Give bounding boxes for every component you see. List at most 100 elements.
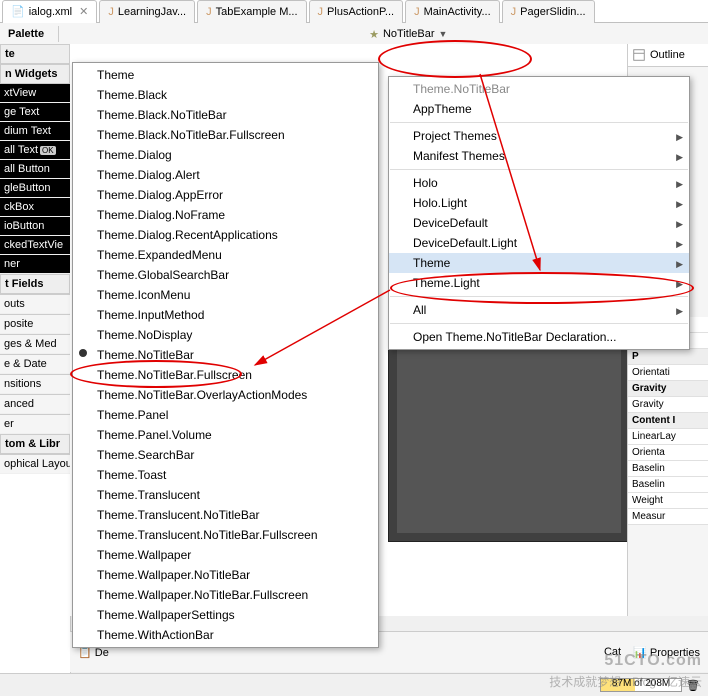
property-row[interactable]: Weight	[628, 493, 708, 509]
palette-item[interactable]: all TextOK	[0, 141, 70, 160]
property-row[interactable]: Orienta	[628, 445, 708, 461]
palette-item[interactable]: e & Date	[0, 354, 70, 374]
palette-item[interactable]: gleButton	[0, 179, 70, 198]
tab-pagerslidin[interactable]: JPagerSlidin...	[502, 0, 595, 23]
theme-option[interactable]: Theme.NoTitleBar.OverlayActionModes	[73, 385, 378, 405]
tab-tabexample[interactable]: JTabExample M...	[197, 0, 306, 23]
palette-item[interactable]: ioButton	[0, 217, 70, 236]
theme-option[interactable]: Theme	[73, 65, 378, 85]
theme-option[interactable]: Theme.Black.NoTitleBar	[73, 105, 378, 125]
menu-item[interactable]: Project Themes▶	[389, 126, 689, 146]
java-icon: J	[108, 6, 114, 18]
theme-option[interactable]: Theme.WithActionBar	[73, 625, 378, 645]
theme-option[interactable]: Theme.Dialog.AppError	[73, 185, 378, 205]
theme-option[interactable]: Theme.Dialog	[73, 145, 378, 165]
java-icon: J	[414, 6, 420, 18]
submenu-arrow-icon: ▶	[676, 259, 683, 270]
property-row[interactable]: Gravity	[628, 381, 708, 397]
palette-item[interactable]: dium Text	[0, 122, 70, 141]
tab-plusaction[interactable]: JPlusActionP...	[309, 0, 404, 23]
palette-panel: ten WidgetsxtViewge Textdium Textall Tex…	[0, 44, 71, 696]
property-row[interactable]: Baselin	[628, 461, 708, 477]
palette-item[interactable]: n Widgets	[0, 64, 70, 84]
menu-item[interactable]: DeviceDefault▶	[389, 213, 689, 233]
property-row[interactable]: Baselin	[628, 477, 708, 493]
property-row[interactable]: Gravity	[628, 397, 708, 413]
palette-item[interactable]: posite	[0, 314, 70, 334]
theme-option[interactable]: Theme.Dialog.RecentApplications	[73, 225, 378, 245]
menu-item[interactable]: Manifest Themes▶	[389, 146, 689, 166]
theme-option[interactable]: Theme.Translucent.NoTitleBar.Fullscreen	[73, 525, 378, 545]
palette-item[interactable]: xtView	[0, 84, 70, 103]
menu-item[interactable]: AppTheme	[389, 99, 689, 119]
menu-item[interactable]: All▶	[389, 300, 689, 320]
palette-item[interactable]: er	[0, 414, 70, 434]
menu-item[interactable]: Theme▶	[389, 253, 689, 273]
theme-option[interactable]: Theme.Black	[73, 85, 378, 105]
palette-item[interactable]: ges & Med	[0, 334, 70, 354]
outline-header[interactable]: Outline	[628, 44, 708, 67]
palette-item[interactable]: tom & Libr	[0, 434, 70, 454]
palette-item[interactable]: ckBox	[0, 198, 70, 217]
watermark: 技术成就梦想 · Blog 亿速云	[549, 673, 702, 690]
theme-option[interactable]: Theme.WallpaperSettings	[73, 605, 378, 625]
theme-option[interactable]: Theme.NoTitleBar	[73, 345, 378, 365]
theme-option[interactable]: Theme.IconMenu	[73, 285, 378, 305]
java-icon: J	[511, 6, 517, 18]
submenu-arrow-icon: ▶	[676, 152, 683, 163]
property-row[interactable]: P	[628, 349, 708, 365]
menu-item[interactable]: Theme.Light▶	[389, 273, 689, 293]
theme-option[interactable]: Theme.Translucent.NoTitleBar	[73, 505, 378, 525]
palette-item[interactable]: te	[0, 44, 70, 64]
palette-item[interactable]: outs	[0, 294, 70, 314]
palette-item[interactable]: ophical Layou	[0, 454, 70, 474]
theme-option[interactable]: Theme.Panel.Volume	[73, 425, 378, 445]
theme-dropdown[interactable]: ★ NoTitleBar ▼	[365, 27, 451, 42]
palette-item[interactable]: t Fields	[0, 274, 70, 294]
theme-option[interactable]: Theme.Toast	[73, 465, 378, 485]
theme-dropdown-label: NoTitleBar	[383, 28, 435, 40]
palette-item[interactable]: ner	[0, 255, 70, 274]
chevron-down-icon: ▼	[439, 29, 448, 39]
theme-option[interactable]: Theme.NoDisplay	[73, 325, 378, 345]
tab-mainactivity[interactable]: J MainActivity...	[405, 0, 500, 23]
theme-option[interactable]: Theme.NoTitleBar.Fullscreen	[73, 365, 378, 385]
tab-label: PagerSlidin...	[520, 6, 585, 18]
device-preview[interactable]	[388, 330, 630, 542]
palette-item[interactable]: nsitions	[0, 374, 70, 394]
theme-option[interactable]: Theme.GlobalSearchBar	[73, 265, 378, 285]
java-icon: J	[318, 6, 324, 18]
palette-item[interactable]: ckedTextVie	[0, 236, 70, 255]
submenu-arrow-icon: ▶	[676, 306, 683, 317]
theme-option[interactable]: Theme.Wallpaper.NoTitleBar	[73, 565, 378, 585]
tab-dialog-xml[interactable]: 📄 ialog.xml ✕	[2, 0, 97, 23]
palette-item[interactable]: all Button	[0, 160, 70, 179]
theme-list-popup[interactable]: ThemeTheme.BlackTheme.Black.NoTitleBarTh…	[72, 62, 379, 648]
menu-item[interactable]: Holo.Light▶	[389, 193, 689, 213]
theme-option[interactable]: Theme.Panel	[73, 405, 378, 425]
property-row[interactable]: Content I	[628, 413, 708, 429]
tab-label: ialog.xml	[29, 6, 72, 18]
menu-item[interactable]: Open Theme.NoTitleBar Declaration...	[389, 327, 689, 347]
theme-option[interactable]: Theme.SearchBar	[73, 445, 378, 465]
theme-option[interactable]: Theme.Dialog.NoFrame	[73, 205, 378, 225]
menu-item[interactable]: DeviceDefault.Light▶	[389, 233, 689, 253]
tab-learningjava[interactable]: JLearningJav...	[99, 0, 195, 23]
theme-option[interactable]: Theme.Wallpaper	[73, 545, 378, 565]
theme-option[interactable]: Theme.Translucent	[73, 485, 378, 505]
property-row[interactable]: Measur	[628, 509, 708, 525]
theme-option[interactable]: Theme.InputMethod	[73, 305, 378, 325]
property-row[interactable]: Orientati	[628, 365, 708, 381]
palette-item[interactable]: anced	[0, 394, 70, 414]
palette-item[interactable]: ge Text	[0, 103, 70, 122]
theme-option[interactable]: Theme.Wallpaper.NoTitleBar.Fullscreen	[73, 585, 378, 605]
theme-context-menu[interactable]: Theme.NoTitleBarAppThemeProject Themes▶M…	[388, 76, 690, 350]
theme-option[interactable]: Theme.Dialog.Alert	[73, 165, 378, 185]
theme-option[interactable]: Theme.Black.NoTitleBar.Fullscreen	[73, 125, 378, 145]
theme-option[interactable]: Theme.ExpandedMenu	[73, 245, 378, 265]
property-row[interactable]: LinearLay	[628, 429, 708, 445]
menu-item[interactable]: Holo▶	[389, 173, 689, 193]
tab-label: MainActivity...	[424, 6, 491, 18]
tab-label: TabExample M...	[216, 6, 298, 18]
close-icon[interactable]: ✕	[79, 5, 88, 18]
